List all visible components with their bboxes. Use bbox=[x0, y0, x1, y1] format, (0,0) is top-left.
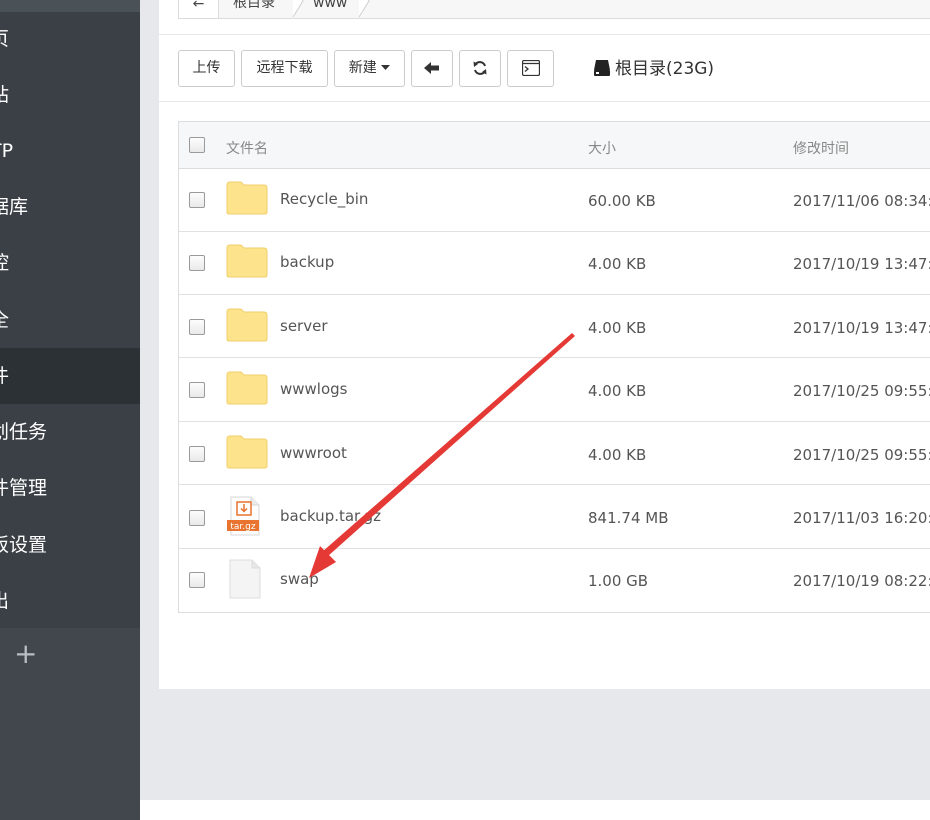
archive-file-icon: tar.gz bbox=[227, 496, 260, 536]
column-header-size[interactable]: 大小 bbox=[588, 138, 616, 158]
table-row[interactable]: wwwlogs 4.00 KB 2017/10/25 09:55:2 bbox=[179, 359, 930, 422]
footer-strip bbox=[140, 800, 930, 820]
sidebar-item-label: 件 bbox=[0, 348, 9, 404]
row-checkbox[interactable] bbox=[189, 319, 205, 335]
sidebar-item-label: 件管理 bbox=[0, 477, 48, 499]
new-button-label: 新建 bbox=[348, 60, 377, 76]
file-mtime: 2017/10/25 09:55:2 bbox=[793, 382, 930, 400]
sidebar-item-label: 页 bbox=[0, 11, 9, 67]
table-header: 文件名 大小 修改时间 bbox=[179, 122, 930, 169]
table-row[interactable]: wwwroot 4.00 KB 2017/10/25 09:55:2 bbox=[179, 422, 930, 485]
folder-icon bbox=[226, 244, 268, 278]
sidebar-item-security[interactable]: 全 bbox=[0, 292, 140, 348]
row-checkbox[interactable] bbox=[189, 446, 205, 462]
breadcrumb-separator-icon bbox=[292, 0, 304, 18]
sidebar-item-cron[interactable]: 划任务 bbox=[0, 404, 140, 460]
back-button[interactable] bbox=[411, 50, 453, 87]
file-name[interactable]: Recycle_bin bbox=[280, 190, 368, 208]
file-mtime: 2017/10/19 13:47:5 bbox=[793, 319, 930, 337]
sidebar-item-label: 控 bbox=[0, 235, 9, 291]
select-all-checkbox[interactable] bbox=[189, 137, 205, 153]
sidebar: 页 站 TP 据库 控 全 件 划任务 件管理 板设置 出 + bbox=[0, 0, 140, 820]
file-mtime: 2017/10/19 08:22:0 bbox=[793, 572, 930, 590]
sidebar-item-settings[interactable]: 板设置 bbox=[0, 517, 140, 573]
file-name[interactable]: wwwlogs bbox=[280, 380, 348, 398]
sidebar-item-label: 据库 bbox=[0, 196, 29, 218]
breadcrumb-separator-icon bbox=[358, 0, 370, 18]
sidebar-item-label: 站 bbox=[0, 67, 9, 123]
table-row[interactable]: Recycle_bin 60.00 KB 2017/11/06 08:34:1 bbox=[179, 169, 930, 232]
refresh-icon bbox=[473, 61, 487, 75]
new-dropdown-button[interactable]: 新建 bbox=[334, 50, 405, 87]
column-header-mtime[interactable]: 修改时间 bbox=[793, 138, 849, 158]
remote-download-button[interactable]: 远程下载 bbox=[241, 50, 328, 87]
file-size: 4.00 KB bbox=[588, 382, 647, 400]
sidebar-item-home[interactable]: 页 bbox=[0, 11, 140, 67]
column-header-name[interactable]: 文件名 bbox=[226, 138, 268, 158]
file-table: 文件名 大小 修改时间 Recycle_bin 60.00 KB 2017/11… bbox=[178, 121, 930, 613]
folder-icon bbox=[226, 181, 268, 215]
archive-badge-label: tar.gz bbox=[230, 522, 255, 532]
sidebar-item-label: 划任务 bbox=[0, 421, 48, 443]
breadcrumb-item-www[interactable]: www bbox=[313, 0, 347, 18]
back-arrow-icon: ← bbox=[192, 0, 205, 12]
file-name[interactable]: server bbox=[280, 317, 327, 335]
file-name[interactable]: backup.tar.gz bbox=[280, 507, 381, 525]
file-mtime: 2017/10/25 09:55:2 bbox=[793, 446, 930, 464]
row-checkbox[interactable] bbox=[189, 255, 205, 271]
sidebar-item-label: 板设置 bbox=[0, 534, 48, 556]
file-mtime: 2017/10/19 13:47:0 bbox=[793, 255, 930, 273]
breadcrumb-back-button[interactable]: ← bbox=[179, 0, 219, 18]
sidebar-item-software[interactable]: 件管理 bbox=[0, 460, 140, 516]
divider bbox=[159, 101, 930, 102]
sidebar-item-database[interactable]: 据库 bbox=[0, 179, 140, 235]
file-manager-panel: ← 根目录 www 上传 远程下载 新建 根目录(23G) 文件名 大小 修改时… bbox=[159, 0, 930, 689]
sidebar-item-ftp[interactable]: TP bbox=[0, 123, 140, 179]
disk-label: 根目录(23G) bbox=[615, 59, 715, 79]
file-name[interactable]: swap bbox=[280, 570, 319, 588]
upload-button[interactable]: 上传 bbox=[178, 50, 235, 87]
arrow-left-icon bbox=[424, 62, 439, 74]
row-checkbox[interactable] bbox=[189, 382, 205, 398]
row-checkbox[interactable] bbox=[189, 192, 205, 208]
file-size: 60.00 KB bbox=[588, 192, 656, 210]
file-name[interactable]: backup bbox=[280, 253, 334, 271]
refresh-button[interactable] bbox=[459, 50, 501, 87]
sidebar-item-files[interactable]: 件 bbox=[0, 348, 140, 404]
divider bbox=[159, 34, 930, 35]
breadcrumb-item-root[interactable]: 根目录 bbox=[233, 0, 275, 18]
add-icon[interactable]: + bbox=[14, 640, 38, 668]
file-icon bbox=[229, 559, 261, 599]
folder-icon bbox=[226, 371, 268, 405]
file-size: 1.00 GB bbox=[588, 572, 649, 590]
file-size: 4.00 KB bbox=[588, 446, 647, 464]
table-row[interactable]: server 4.00 KB 2017/10/19 13:47:5 bbox=[179, 295, 930, 358]
folder-icon bbox=[226, 308, 268, 342]
file-size: 4.00 KB bbox=[588, 319, 647, 337]
sidebar-item-label: TP bbox=[0, 140, 14, 162]
caret-down-icon bbox=[381, 65, 391, 70]
terminal-button[interactable] bbox=[507, 50, 554, 87]
row-checkbox[interactable] bbox=[189, 572, 205, 588]
disk-indicator: 根目录(23G) bbox=[593, 57, 714, 81]
sidebar-item-label: 出 bbox=[0, 573, 9, 629]
file-mtime: 2017/11/03 16:20:0 bbox=[793, 509, 930, 527]
file-size: 841.74 MB bbox=[588, 509, 669, 527]
folder-icon bbox=[226, 435, 268, 469]
terminal-icon bbox=[521, 59, 540, 77]
file-name[interactable]: wwwroot bbox=[280, 444, 347, 462]
sidebar-item-monitor[interactable]: 控 bbox=[0, 235, 140, 291]
hard-drive-icon bbox=[594, 60, 610, 76]
row-checkbox[interactable] bbox=[189, 510, 205, 526]
table-row[interactable]: swap 1.00 GB 2017/10/19 08:22:0 bbox=[179, 549, 930, 612]
file-size: 4.00 KB bbox=[588, 255, 647, 273]
sidebar-item-label: 全 bbox=[0, 292, 9, 348]
table-row[interactable]: backup 4.00 KB 2017/10/19 13:47:0 bbox=[179, 232, 930, 295]
sidebar-item-website[interactable]: 站 bbox=[0, 67, 140, 123]
file-mtime: 2017/11/06 08:34:1 bbox=[793, 192, 930, 210]
breadcrumb: ← 根目录 www bbox=[178, 0, 930, 19]
sidebar-item-logout[interactable]: 出 bbox=[0, 573, 140, 629]
table-row[interactable]: tar.gz backup.tar.gz 841.74 MB 2017/11/0… bbox=[179, 486, 930, 549]
